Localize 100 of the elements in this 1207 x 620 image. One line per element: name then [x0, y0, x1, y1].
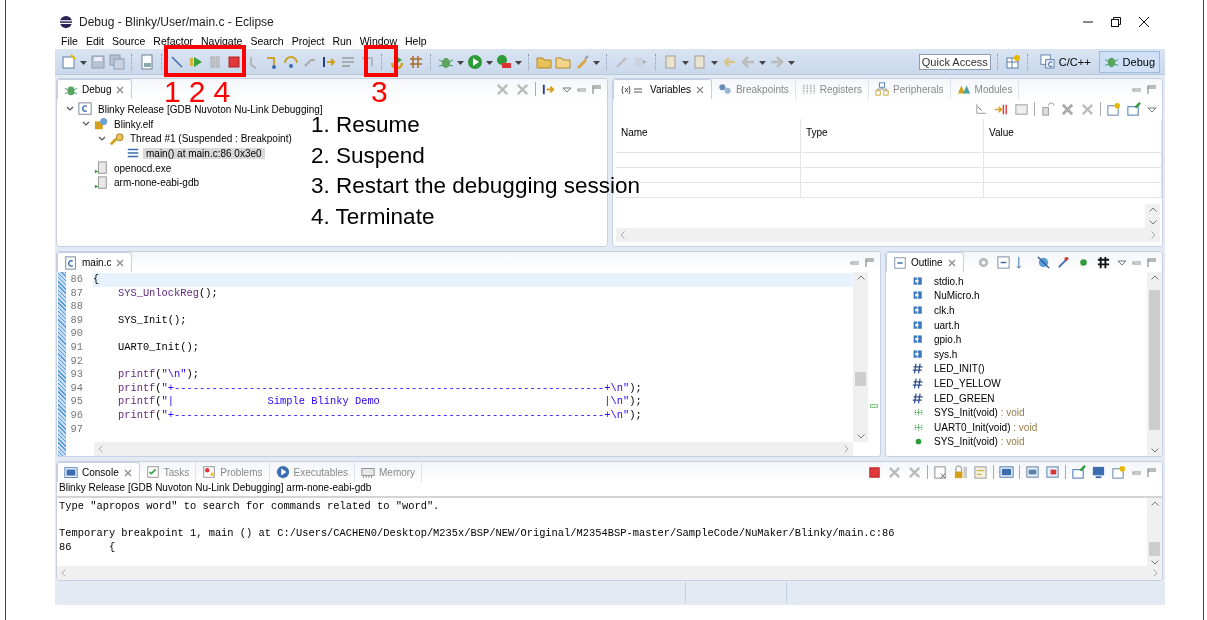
restore-icon[interactable]	[1111, 16, 1121, 27]
hide-static-icon[interactable]	[1056, 254, 1071, 270]
scroll-thumb[interactable]	[855, 372, 866, 386]
menu-item[interactable]: Edit	[81, 35, 108, 47]
run-icon[interactable]	[467, 53, 483, 70]
view-tab[interactable]: Debug	[57, 79, 133, 99]
view-tab[interactable]: Registers	[795, 79, 869, 99]
scroll-lock-icon[interactable]	[953, 464, 968, 480]
editor-tab[interactable]: main.c	[57, 252, 133, 272]
view-tab[interactable]: Console	[57, 462, 140, 482]
open-perspective-icon[interactable]	[1004, 53, 1021, 70]
tree-item[interactable]: arm-none-eabi-gdb	[111, 177, 203, 189]
step-over-icon[interactable]	[283, 53, 299, 70]
remove-all-icon[interactable]	[907, 464, 922, 480]
select-variable-icon[interactable]	[974, 101, 989, 117]
vertical-scrollbar[interactable]	[853, 272, 868, 442]
view-tab[interactable]: Tasks	[139, 462, 197, 482]
view-tab[interactable]: Variables	[613, 79, 712, 99]
view-menu-icon[interactable]	[561, 84, 571, 94]
maximize-icon[interactable]	[591, 84, 601, 94]
perspective-button[interactable]: C/C++	[1034, 50, 1096, 73]
terminate-icon[interactable]	[867, 464, 882, 480]
close-icon[interactable]	[1139, 16, 1149, 27]
watch-icon[interactable]	[1040, 101, 1055, 117]
word-wrap-icon[interactable]	[973, 464, 988, 480]
view-tab[interactable]: Problems	[196, 462, 270, 482]
outline-item[interactable]: stdio.h	[934, 275, 964, 287]
outline-item[interactable]: SYS_Init(void) : void	[934, 407, 1025, 419]
pin-icon[interactable]	[1126, 101, 1141, 117]
display-console-icon[interactable]	[1091, 464, 1106, 480]
tree-item[interactable]: main() at main.c:86 0x3e0	[143, 147, 265, 159]
outline-item[interactable]: NuMicro.h	[934, 290, 980, 302]
terminate-icon[interactable]	[226, 53, 242, 70]
column-header[interactable]: Name	[616, 119, 801, 153]
tree-item[interactable]: Blinky.elf	[111, 118, 157, 130]
show-error-icon[interactable]	[1045, 464, 1060, 480]
maximize-icon[interactable]	[1146, 467, 1156, 477]
menu-item[interactable]: Help	[401, 35, 431, 47]
maximize-icon[interactable]	[864, 257, 874, 267]
vertical-scrollbar[interactable]	[1147, 498, 1162, 568]
menu-item[interactable]: Window	[355, 35, 402, 47]
menu-item[interactable]: Project	[287, 35, 329, 47]
view-tab[interactable]: Peripherals	[869, 79, 951, 99]
hash-icon[interactable]	[1096, 254, 1111, 270]
external-tools-icon[interactable]	[496, 53, 512, 70]
outline-item[interactable]: clk.h	[934, 305, 955, 316]
console-icon[interactable]	[999, 464, 1014, 480]
remove-icon[interactable]	[1060, 101, 1075, 117]
new-view-icon[interactable]	[1106, 101, 1121, 117]
binary-file-icon[interactable]	[139, 53, 155, 70]
scroll-thumb[interactable]	[1149, 290, 1160, 430]
menu-item[interactable]: Run	[328, 35, 356, 47]
outline-tab[interactable]: Outline	[886, 252, 964, 272]
pin-icon[interactable]	[1071, 464, 1086, 480]
grid-icon[interactable]	[408, 53, 424, 70]
outline-item[interactable]: SYS_Init(void) : void	[934, 436, 1025, 448]
perspective-button[interactable]: Debug	[1098, 50, 1160, 73]
view-tab[interactable]: Memory	[355, 462, 423, 482]
outline-item[interactable]: gpio.h	[934, 334, 962, 346]
hide-fields-icon[interactable]	[1036, 254, 1051, 270]
menu-item[interactable]: Refactor	[149, 35, 197, 47]
remove-all-icon[interactable]	[1080, 101, 1095, 117]
maximize-icon[interactable]	[1146, 257, 1156, 267]
view-tab[interactable]: Breakpoints	[711, 79, 796, 99]
view-menu-icon[interactable]	[1116, 257, 1126, 267]
outline-item[interactable]: LED_GREEN	[934, 392, 995, 404]
column-header[interactable]: Value	[984, 119, 1162, 153]
column-header[interactable]: Type	[801, 119, 984, 153]
maximize-icon[interactable]	[1146, 84, 1156, 94]
remove-launch-icon[interactable]	[887, 464, 902, 480]
menu-item[interactable]: Navigate	[197, 35, 247, 47]
new-console-icon[interactable]	[1111, 464, 1126, 480]
outline-item[interactable]: UART0_Init(void) : void	[934, 421, 1038, 433]
overview-ruler-mark-icon[interactable]	[870, 404, 878, 408]
scroll-thumb[interactable]	[1149, 542, 1160, 556]
remove-all-icon[interactable]	[515, 81, 530, 97]
menu-item[interactable]: Search	[246, 35, 288, 47]
save-all-icon[interactable]	[109, 53, 125, 70]
menu-item[interactable]: File	[57, 35, 82, 47]
toggle-columns-icon[interactable]	[1014, 101, 1029, 117]
menu-item[interactable]: Source	[108, 35, 150, 47]
clear-console-icon[interactable]	[933, 464, 948, 480]
horizontal-scrollbar[interactable]	[616, 228, 1160, 242]
vertical-scrollbar[interactable]	[1147, 272, 1162, 456]
view-tab[interactable]: Modules	[950, 79, 1020, 99]
tree-item[interactable]: openocd.exe	[111, 162, 175, 174]
view-tab[interactable]: Executables	[269, 462, 355, 482]
vertical-scrollbar[interactable]	[1145, 204, 1160, 228]
show-output-icon[interactable]	[1025, 464, 1040, 480]
outline-item[interactable]: LED_YELLOW	[934, 377, 1001, 389]
horizontal-scrollbar[interactable]	[94, 442, 853, 456]
tree-item[interactable]: Thread #1 (Suspended : Breakpoint)	[127, 133, 295, 145]
view-menu-icon[interactable]	[1146, 104, 1156, 114]
outline-item[interactable]: uart.h	[934, 319, 960, 331]
outline-item[interactable]: sys.h	[934, 348, 958, 360]
quick-access-field[interactable]: Quick Access	[918, 53, 991, 70]
collapse-all-icon[interactable]	[996, 254, 1011, 270]
horizontal-scrollbar[interactable]	[57, 566, 1162, 580]
remove-launch-icon[interactable]	[495, 81, 510, 97]
outline-item[interactable]: LED_INIT()	[934, 363, 985, 375]
